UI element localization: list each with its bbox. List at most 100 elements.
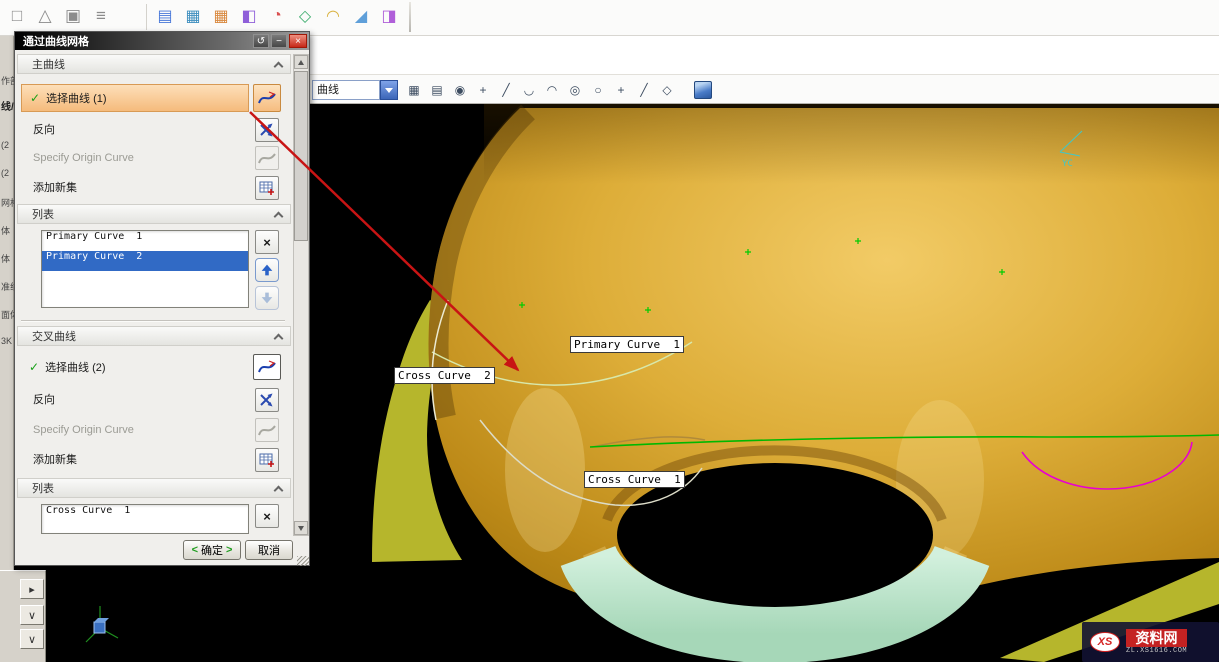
specify-origin-curve-button-cross[interactable] [255,418,279,442]
collapse-chevron-icon [274,211,284,221]
specify-origin-curve-button[interactable] [255,146,279,170]
point-on-face-snap-icon[interactable]: ◇ [657,80,677,100]
clipped-label: (2 [1,168,14,178]
dialog-close-button[interactable]: × [289,34,307,48]
dialog-reset-button[interactable]: ↺ [253,34,269,48]
snap-pin-icon[interactable]: ◉ [450,80,470,100]
select-primary-curve-button[interactable] [253,84,281,112]
toolbar-overflow-button[interactable]: ∨ [20,605,44,625]
watermark: XS 资料网 ZL.XS1616.COM [1082,622,1219,662]
point-on-curve-snap-icon[interactable]: ╱ [634,80,654,100]
list-header-cross[interactable]: 列表 [17,478,291,498]
remove-list-item-button[interactable]: × [255,230,279,254]
n-sided-surface-icon[interactable]: ◇ [292,3,318,29]
arc-center-snap-icon[interactable]: ◎ [565,80,585,100]
bridge-surface-icon[interactable]: ◠ [320,3,346,29]
add-new-set-button-cross[interactable] [255,448,279,472]
scrollbar-up-button[interactable] [294,55,308,69]
offset-surface-icon[interactable]: ◨ [376,3,402,29]
clipped-label: 体 [1,252,14,265]
section-title: 列表 [32,480,54,496]
toolbar-separator [146,4,147,30]
dialog-scrollbar[interactable] [293,54,309,536]
dialog-resize-grip[interactable] [297,556,309,566]
modeling-toolbar-group: □△▣≡ [4,3,114,29]
wcs-triad [78,598,122,650]
clipped-label: 网格 [1,196,14,209]
clipped-label: 作部 [1,74,14,87]
dialog-minimize-button[interactable]: − [271,34,287,48]
select-cross-curve-button[interactable] [253,354,281,380]
scrollbar-thumb[interactable] [294,71,308,241]
origin-curve-label: Specify Origin Curve [33,148,134,168]
ok-button[interactable]: < 确定 > [183,540,241,560]
section-cross-curves[interactable]: 交叉曲线 [17,326,291,346]
reverse-label: 反向 [33,390,55,410]
cancel-button[interactable]: 取消 [245,540,293,560]
scrollbar-down-button[interactable] [294,521,308,535]
select-cross-curve-row[interactable]: ✓ 选择曲线 (2) [21,354,249,380]
collapse-chevron-icon [274,333,284,343]
add-set-icon [258,179,276,197]
list-item[interactable]: Primary Curve 1 [42,231,248,251]
existing-point-snap-icon[interactable]: + [611,80,631,100]
section-title: 列表 [32,206,54,222]
section-separator [21,320,285,322]
curve-icon [257,89,277,107]
list-item[interactable]: Cross Curve 1 [42,505,248,525]
through-curve-mesh-dialog: 通过曲线网格 ↺ − × 主曲线 ✓ 选择曲线 (1) 反向 Specify O… [14,31,310,566]
handle-hole [617,463,933,607]
add-set-icon [258,451,276,469]
reverse-direction-button-cross[interactable] [255,388,279,412]
mid-point-snap-icon[interactable]: ◡ [519,80,539,100]
reverse-direction-button[interactable] [255,118,279,142]
prism-tool-icon[interactable]: △ [32,3,58,29]
through-curves-icon[interactable]: ▦ [180,3,206,29]
toolbar-overflow-button[interactable]: ▸ [20,579,44,599]
add-new-set-label: 添加新集 [33,450,77,470]
section-title: 交叉曲线 [32,328,76,344]
primary-curve-list: Primary Curve 1Primary Curve 2 [41,230,249,308]
select-primary-curve-row[interactable]: ✓ 选择曲线 (1) [21,84,249,112]
quadrant-snap-icon[interactable]: ○ [588,80,608,100]
select-curve-label: 选择曲线 (2) [45,359,106,375]
dropdown-arrow-icon[interactable] [380,80,398,100]
list-item[interactable]: Primary Curve 2 [42,251,248,271]
dialog-titlebar[interactable]: 通过曲线网格 ↺ − × [15,32,309,50]
axis-label: YC [1062,159,1073,169]
toolbar-overflow-panel: ▸ ∨ ∨ [0,570,46,662]
selection-filter-combo[interactable]: 曲线 [312,80,380,100]
section-title: 主曲线 [32,56,65,72]
collapse-chevron-icon [274,485,284,495]
swept-surface-icon[interactable]: ◧ [236,3,262,29]
datum-plane-icon[interactable]: □ [4,3,30,29]
shaded-view-cube-icon[interactable] [694,81,712,99]
list-header-primary[interactable]: 列表 [17,204,291,224]
up-triangle-icon [298,60,304,65]
through-curve-mesh-icon[interactable]: ▦ [208,3,234,29]
grid-icon[interactable]: ▦ [404,80,424,100]
layers-icon[interactable]: ≡ [88,3,114,29]
add-new-set-button[interactable] [255,176,279,200]
remove-list-item-button-cross[interactable]: × [255,504,279,528]
clipped-label: (2 [1,140,14,150]
law-extension-icon[interactable]: ◢ [348,3,374,29]
move-down-button[interactable] [255,286,279,310]
end-point-snap-icon[interactable]: ╱ [496,80,516,100]
surface-toolbar-group: ▤▦▦◧◔◇◠◢◨ [152,3,402,29]
add-new-set-label: 添加新集 [33,178,77,198]
origin-curve-label: Specify Origin Curve [33,420,134,440]
cross-curve-list: Cross Curve 1 [41,504,249,534]
down-arrow-icon [259,290,275,306]
work-plane-grid-icon[interactable]: ▤ [427,80,447,100]
move-handle-icon[interactable]: + [473,80,493,100]
section-primary-curves[interactable]: 主曲线 [17,54,291,74]
sketch-tool-icon[interactable]: ▣ [60,3,86,29]
reverse-icon [258,121,276,139]
control-point-snap-icon[interactable]: ◠ [542,80,562,100]
section-surface-icon[interactable]: ◔ [264,3,290,29]
toolbar-overflow-button[interactable]: ∨ [20,629,44,649]
curve-icon-disabled [257,421,277,439]
move-up-button[interactable] [255,258,279,282]
ruled-surface-icon[interactable]: ▤ [152,3,178,29]
